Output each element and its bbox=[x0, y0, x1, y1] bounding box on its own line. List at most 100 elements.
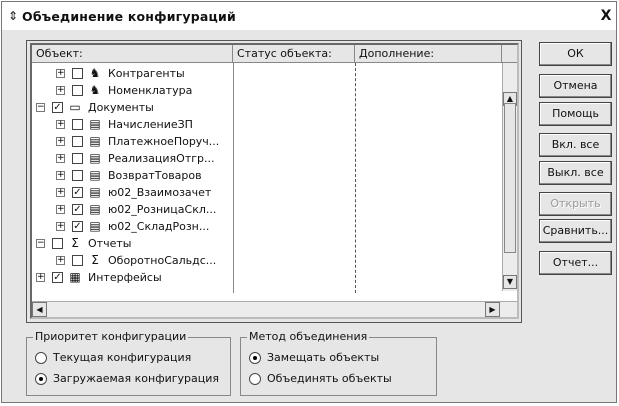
title-bar: ⇕ Объединение конфигураций X bbox=[2, 2, 616, 30]
merge-configurations-dialog: ⇕ Объединение конфигураций X Объект: Ста… bbox=[1, 1, 617, 403]
tree-row[interactable]: + ▤ НачислениеЗП bbox=[32, 116, 502, 133]
row-checkbox[interactable]: ✓ bbox=[72, 187, 83, 198]
report-icon: Σ bbox=[71, 236, 79, 250]
row-checkbox[interactable] bbox=[72, 153, 83, 164]
document-icon: ▤ bbox=[89, 117, 101, 131]
column-header-status[interactable]: Статус объекта: bbox=[233, 45, 355, 62]
radio-label: Замещать объекты bbox=[267, 351, 380, 364]
report-button[interactable]: Отчет... bbox=[539, 251, 612, 275]
close-button[interactable]: X bbox=[599, 9, 613, 23]
tree-row-label: Отчеты bbox=[88, 237, 132, 250]
radio-replace-objects[interactable] bbox=[249, 352, 261, 364]
folder-icon: ▭ bbox=[69, 100, 81, 114]
row-checkbox[interactable]: ✓ bbox=[72, 221, 83, 232]
vertical-scrollbar[interactable]: ▲ ▼ bbox=[502, 63, 517, 291]
tree-rows: + ♞ Контрагенты + ♞ Номенклатура − ✓ ▭ Документы +… bbox=[32, 65, 502, 286]
expand-icon[interactable]: + bbox=[56, 69, 65, 78]
document-icon: ▤ bbox=[89, 134, 101, 148]
row-checkbox[interactable]: ✓ bbox=[52, 272, 63, 283]
radio-label: Текущая конфигурация bbox=[53, 351, 192, 364]
row-checkbox[interactable] bbox=[72, 119, 83, 130]
tree-row[interactable]: − ✓ ▭ Документы bbox=[32, 99, 502, 116]
window-title: Объединение конфигураций bbox=[22, 9, 236, 24]
expand-icon[interactable]: + bbox=[56, 222, 65, 231]
tree-row[interactable]: + ✓ ▦ Интерфейсы bbox=[32, 269, 502, 286]
row-checkbox[interactable]: ✓ bbox=[52, 102, 63, 113]
tree-row-label: Номенклатура bbox=[108, 84, 193, 97]
scroll-down-button[interactable]: ▼ bbox=[503, 275, 517, 289]
tree-row[interactable]: + ♞ Контрагенты bbox=[32, 65, 502, 82]
expand-icon[interactable]: + bbox=[56, 205, 65, 214]
collapse-icon[interactable]: − bbox=[36, 103, 45, 112]
tree-row[interactable]: + ▤ ВозвратТоваров bbox=[32, 167, 502, 184]
compare-button[interactable]: Сравнить... bbox=[539, 219, 612, 243]
tree-row[interactable]: + ▤ РеализацияОтгр... bbox=[32, 150, 502, 167]
tree-row[interactable]: + ♞ Номенклатура bbox=[32, 82, 502, 99]
row-checkbox[interactable] bbox=[72, 170, 83, 181]
expand-icon[interactable]: + bbox=[56, 171, 65, 180]
tree-row[interactable]: + ✓ ▤ ю02_РозницаСкл... bbox=[32, 201, 502, 218]
tree-row-label: ю02_Взаимозачет bbox=[108, 186, 212, 199]
expand-icon[interactable]: + bbox=[56, 120, 65, 129]
open-button[interactable]: Открыть bbox=[539, 192, 612, 216]
row-checkbox[interactable] bbox=[72, 255, 83, 266]
radio-label: Загружаемая конфигурация bbox=[53, 372, 220, 385]
priority-group: Приоритет конфигурации Текущая конфигура… bbox=[26, 330, 231, 396]
tree-row-label: ю02_РозницаСкл... bbox=[108, 203, 217, 216]
tree-row-label: ВозвратТоваров bbox=[108, 169, 202, 182]
nomenclature-icon: ♞ bbox=[89, 83, 101, 97]
cancel-button[interactable]: Отмена bbox=[539, 74, 612, 98]
tree-row[interactable]: + Σ ОборотноСальдс... bbox=[32, 252, 502, 269]
objects-tree: Объект: Статус объекта: Дополнение: + ♞ Ко… bbox=[30, 43, 519, 319]
row-checkbox[interactable]: ✓ bbox=[72, 204, 83, 215]
report-icon: Σ bbox=[91, 253, 99, 267]
document-icon: ▤ bbox=[89, 202, 101, 216]
tree-row[interactable]: + ✓ ▤ ю02_Взаимозачет bbox=[32, 184, 502, 201]
tree-row-label: НачислениеЗП bbox=[108, 118, 193, 131]
help-button[interactable]: Помощь bbox=[539, 102, 612, 126]
scroll-thumb[interactable] bbox=[504, 103, 516, 253]
scroll-right-button[interactable]: ▶ bbox=[485, 302, 500, 317]
document-icon: ▤ bbox=[89, 151, 101, 165]
tree-row-label: РеализацияОтгр... bbox=[108, 152, 215, 165]
radio-merge-objects[interactable] bbox=[249, 373, 261, 385]
tree-row[interactable]: + ▤ ПлатежноеПоруч... bbox=[32, 133, 502, 150]
tree-row-label: ПлатежноеПоруч... bbox=[108, 135, 220, 148]
method-group-legend: Метод объединения bbox=[247, 330, 370, 344]
tree-row-label: Контрагенты bbox=[108, 67, 185, 80]
horizontal-scrollbar[interactable]: ◀ ▶ bbox=[32, 301, 517, 317]
row-checkbox[interactable] bbox=[72, 85, 83, 96]
document-icon: ▤ bbox=[89, 219, 101, 233]
expand-icon[interactable]: + bbox=[56, 256, 65, 265]
tree-row-label: Документы bbox=[88, 101, 154, 114]
interfaces-icon: ▦ bbox=[69, 270, 81, 284]
ok-button[interactable]: ОК bbox=[539, 42, 612, 66]
row-checkbox[interactable] bbox=[72, 68, 83, 79]
document-icon: ▤ bbox=[89, 168, 101, 182]
tree-row-label: ю02_СкладРозн... bbox=[108, 220, 210, 233]
tree-row-label: ОборотноСальдс... bbox=[108, 254, 217, 267]
disable-all-button[interactable]: Выкл. все bbox=[539, 161, 612, 185]
scroll-left-button[interactable]: ◀ bbox=[32, 302, 47, 317]
tree-row[interactable]: − Σ Отчеты bbox=[32, 235, 502, 252]
expand-icon[interactable]: + bbox=[56, 154, 65, 163]
row-checkbox[interactable] bbox=[72, 136, 83, 147]
radio-current-config[interactable] bbox=[35, 352, 47, 364]
priority-group-legend: Приоритет конфигурации bbox=[33, 330, 189, 344]
objects-panel: Объект: Статус объекта: Дополнение: + ♞ Ко… bbox=[26, 40, 522, 323]
tree-row-label: Интерфейсы bbox=[88, 271, 162, 284]
row-checkbox[interactable] bbox=[52, 238, 63, 249]
enable-all-button[interactable]: Вкл. все bbox=[539, 133, 612, 157]
expand-icon[interactable]: + bbox=[36, 273, 45, 282]
expand-icon[interactable]: + bbox=[56, 86, 65, 95]
expand-icon[interactable]: + bbox=[56, 137, 65, 146]
pin-icon: ⇕ bbox=[8, 9, 19, 23]
document-icon: ▤ bbox=[89, 185, 101, 199]
radio-label: Объединять объекты bbox=[267, 372, 392, 385]
radio-loaded-config[interactable] bbox=[35, 373, 47, 385]
column-header-object[interactable]: Объект: bbox=[32, 45, 233, 62]
expand-icon[interactable]: + bbox=[56, 188, 65, 197]
collapse-icon[interactable]: − bbox=[36, 239, 45, 248]
column-header-addition[interactable]: Дополнение: bbox=[355, 45, 502, 62]
tree-row[interactable]: + ✓ ▤ ю02_СкладРозн... bbox=[32, 218, 502, 235]
